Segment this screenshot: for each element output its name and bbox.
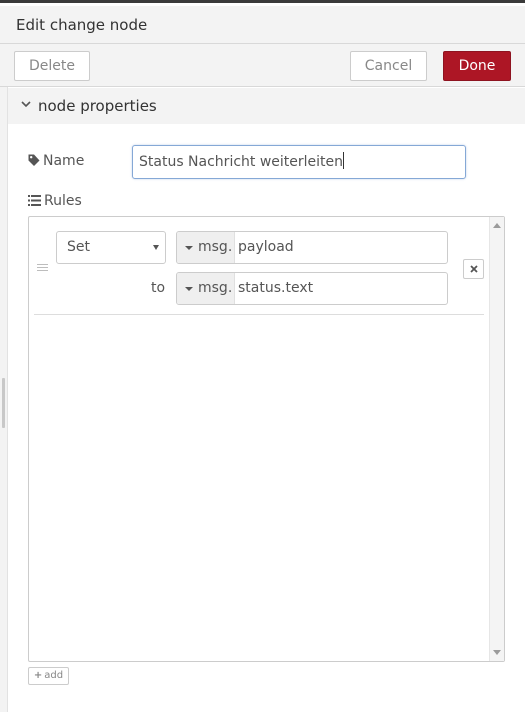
dropdown-arrow-icon: [153, 245, 159, 250]
tray-toolbar: Delete Cancel Done: [0, 44, 525, 87]
rules-label-text: Rules: [44, 193, 82, 209]
resize-grip[interactable]: [2, 378, 5, 428]
add-button-label: add: [44, 670, 64, 681]
source-type-label: msg.: [198, 280, 233, 296]
done-button[interactable]: Done: [443, 51, 511, 81]
rule-row: Set msg. payload to msg. status.text: [34, 217, 484, 315]
tray-title: Edit change node: [16, 16, 148, 34]
name-input[interactable]: Status Nachricht weiterleiten: [132, 145, 466, 179]
close-icon: [469, 265, 478, 273]
section-title: node properties: [38, 97, 157, 115]
node-properties-header[interactable]: node properties: [8, 88, 525, 124]
chevron-down-icon: [21, 101, 31, 108]
list-icon: [28, 195, 41, 206]
name-label-text: Name: [43, 153, 85, 169]
plus-icon: +: [33, 670, 43, 681]
rules-list: Set msg. payload to msg. status.text: [28, 216, 505, 662]
edit-node-tray: Edit change node Delete Cancel Done node…: [0, 0, 525, 712]
to-label: to: [151, 280, 166, 296]
caret-down-icon: [185, 287, 193, 291]
name-input-value: Status Nachricht weiterleiten: [139, 154, 344, 170]
target-type-label: msg.: [198, 239, 233, 255]
delete-button[interactable]: Delete: [14, 51, 90, 81]
drag-handle-icon[interactable]: [37, 264, 48, 272]
rule-action-value: Set: [67, 239, 90, 255]
remove-rule-button[interactable]: [463, 259, 484, 279]
tray-header: Edit change node: [0, 6, 525, 44]
text-cursor: [343, 152, 345, 169]
rules-label: Rules: [28, 193, 82, 209]
source-type-selector[interactable]: msg.: [177, 273, 235, 304]
scroll-down-icon[interactable]: [493, 650, 501, 655]
tag-icon: [28, 154, 40, 166]
add-rule-button[interactable]: + add: [28, 667, 69, 685]
scroll-up-icon[interactable]: [493, 223, 501, 228]
cancel-button[interactable]: Cancel: [350, 51, 427, 81]
caret-down-icon: [185, 246, 193, 250]
source-property-value: status.text: [238, 280, 314, 296]
name-label: Name: [28, 153, 84, 171]
rule-source-input[interactable]: msg. status.text: [176, 272, 448, 305]
rule-action-select[interactable]: Set: [56, 231, 166, 264]
tray-left-edge: [0, 6, 8, 712]
target-type-selector[interactable]: msg.: [177, 232, 235, 263]
target-property-value: payload: [238, 239, 294, 255]
rules-scrollbar[interactable]: [489, 217, 504, 661]
rule-target-input[interactable]: msg. payload: [176, 231, 448, 264]
